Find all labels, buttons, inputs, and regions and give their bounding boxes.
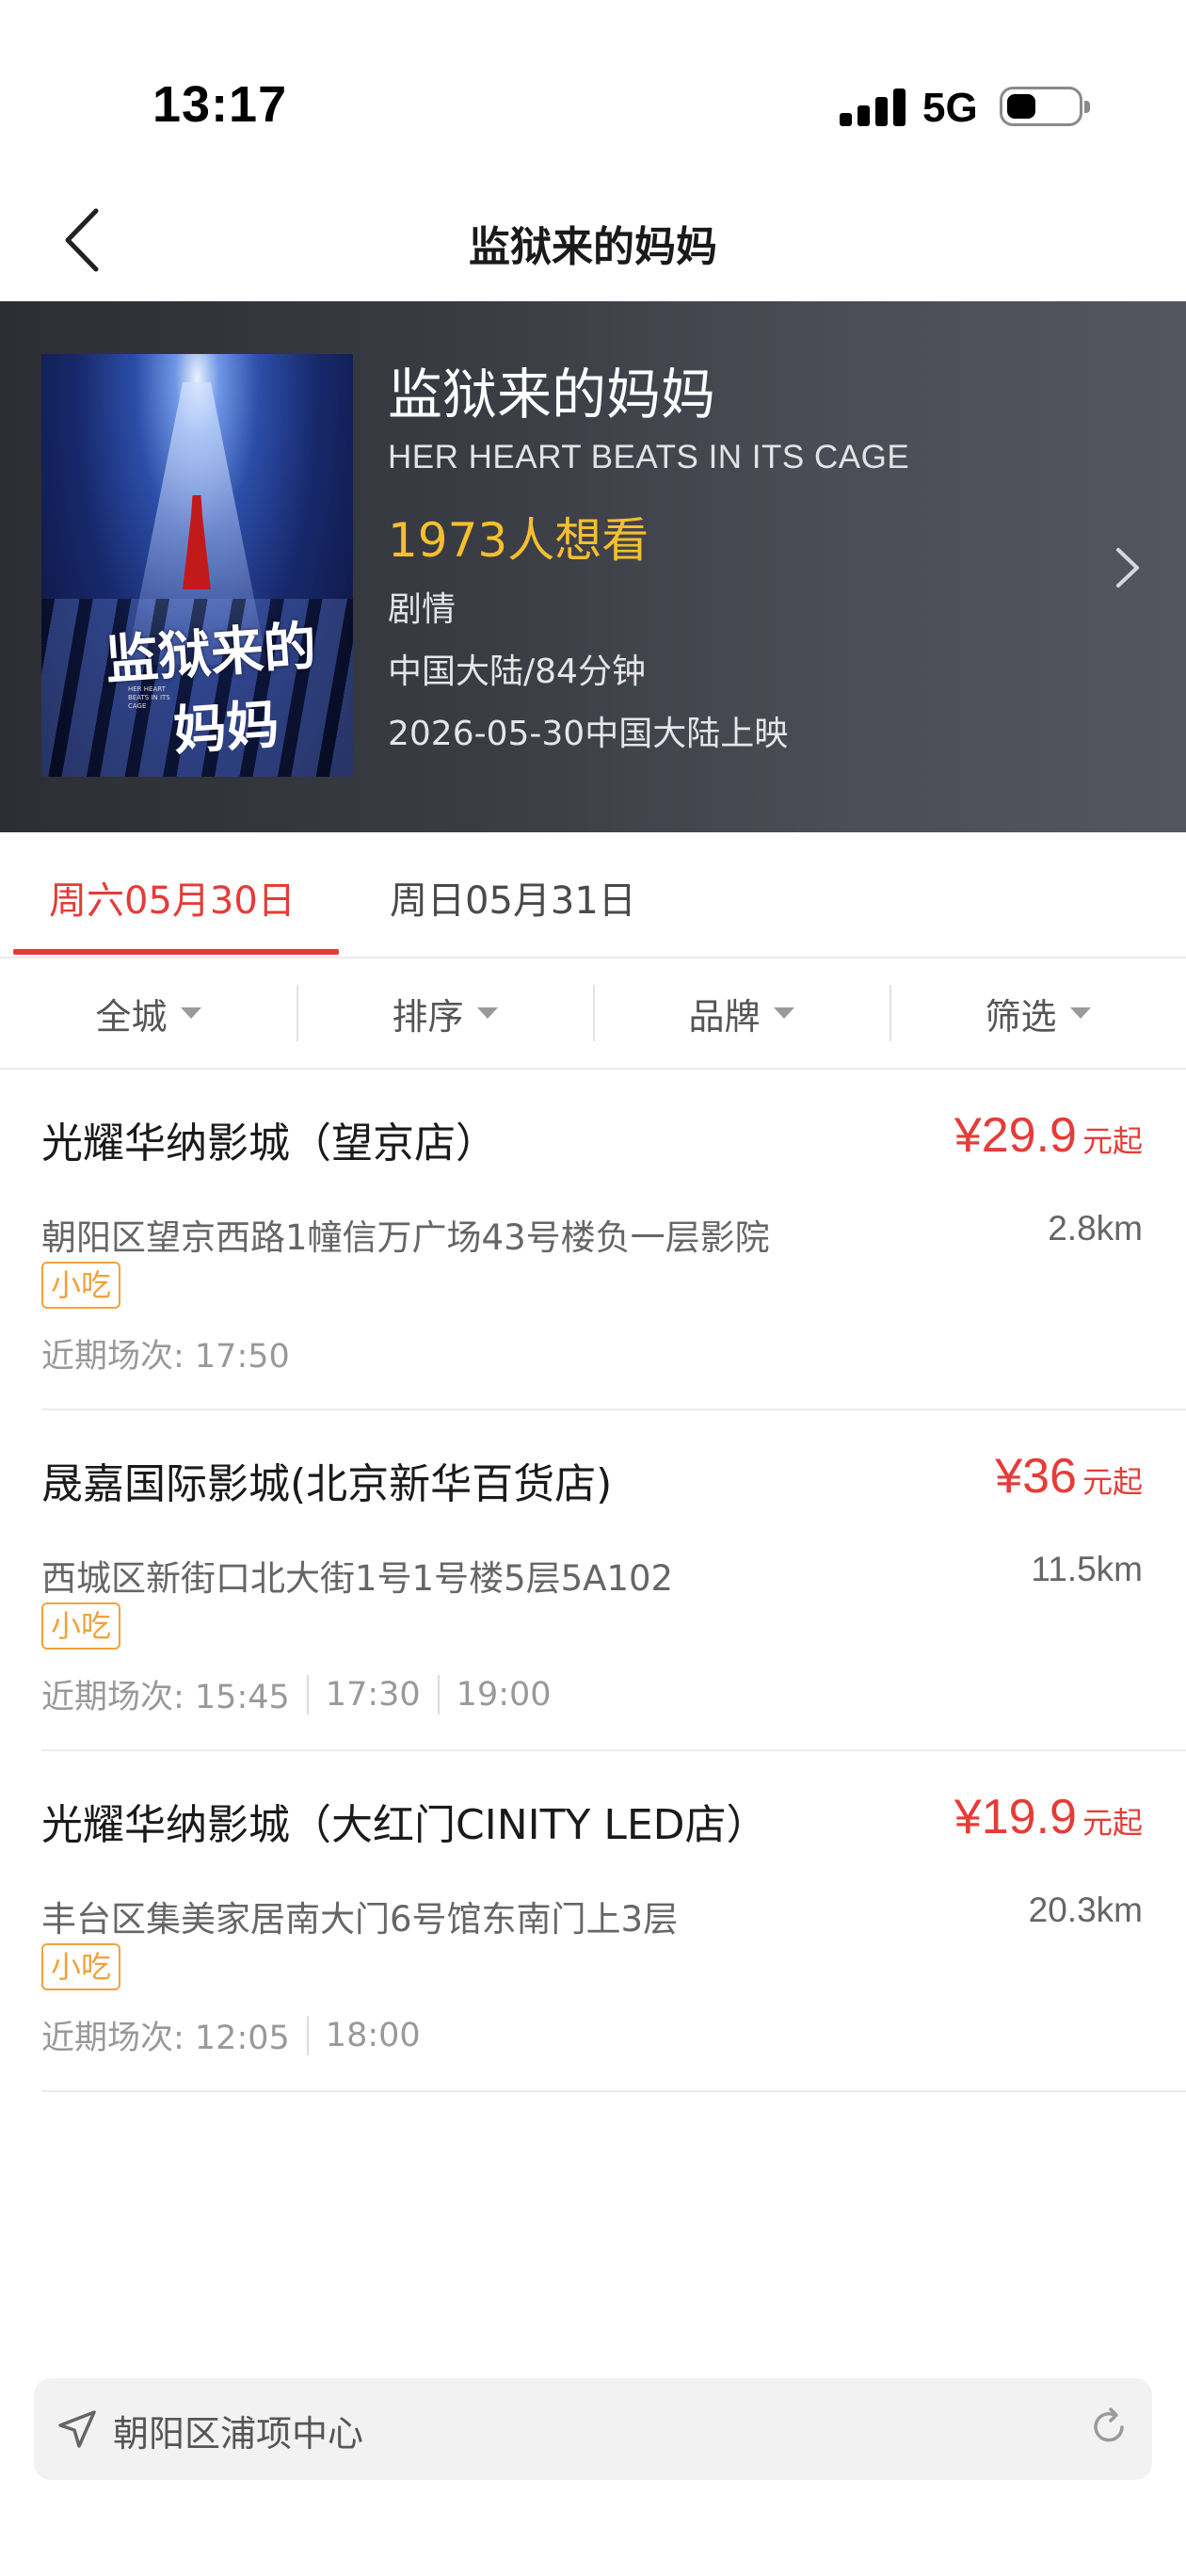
cinema-address: 朝阳区望京西路1幢信万广场43号楼负一层影院 (41, 1217, 770, 1258)
cinema-item[interactable]: 光耀华纳影城（望京店） ¥29.9 元起 朝阳区望京西路1幢信万广场43号楼负一层… (0, 1070, 1186, 1410)
showtimes: 近期场次: 17:50 (41, 1329, 290, 1377)
filter-sort-label: 排序 (392, 995, 464, 1038)
date-tabs: 周六05月30日 周日05月31日 (0, 832, 1186, 958)
caret-down-icon (773, 1007, 794, 1019)
price-unit: 元起 (1082, 1805, 1143, 1841)
tab-date-0530[interactable]: 周六05月30日 (49, 870, 296, 925)
filter-city[interactable]: 全城 (0, 985, 296, 1041)
cinema-address: 丰台区集美家居南大门6号馆东南门上3层 (41, 1899, 679, 1940)
cinema-name: 晟嘉国际影城(北京新华百货店) (41, 1460, 613, 1508)
movie-title: 监狱来的妈妈 (388, 362, 716, 427)
showtime-separator (437, 1674, 440, 1715)
cinema-price: ¥29.9 元起 (954, 1107, 1143, 1164)
showtime: 19:00 (456, 1675, 552, 1714)
status-time: 13:17 (152, 76, 288, 133)
cinema-item[interactable]: 光耀华纳影城（大红门CINITY LED店） ¥19.9 元起 丰台区集美家居南大… (0, 1751, 1186, 2092)
location-bar[interactable]: 朝阳区浦项中心 (34, 2378, 1152, 2480)
poster-calligraphy-2: 妈妈 (171, 693, 281, 763)
battery-icon (1000, 87, 1090, 126)
chevron-right-icon[interactable] (1113, 544, 1143, 591)
want-to-see-count: 1973人想看 (388, 513, 649, 568)
cinema-distance: 2.8km (1048, 1209, 1143, 1248)
signal-icon (840, 87, 906, 126)
filter-city-label: 全城 (95, 995, 168, 1038)
filter-more[interactable]: 筛选 (890, 985, 1186, 1041)
price-value: ¥36 (995, 1449, 1077, 1504)
cinema-item[interactable]: 晟嘉国际影城(北京新华百货店) ¥36 元起 西城区新街口北大街1号1号楼5层5A… (0, 1410, 1186, 1751)
movie-header[interactable]: 监狱来的 HER HEART BEATS IN ITS CAGE 妈妈 监狱来的… (0, 301, 1186, 832)
showtime-separator (306, 1674, 309, 1715)
poster-small-text: HER HEART BEATS IN ITS CAGE (128, 685, 170, 711)
caret-down-icon (1069, 1007, 1091, 1019)
network-label: 5G (922, 85, 978, 131)
showtimes-label: 近期场次: 12:05 (41, 2020, 290, 2057)
active-tab-indicator (13, 949, 339, 955)
poster-calligraphy: 监狱来的 (103, 615, 319, 692)
divider (41, 2090, 1186, 2092)
movie-release-date: 2026-05-30中国大陆上映 (388, 715, 789, 753)
movie-genre: 剧情 (388, 590, 457, 629)
cinema-price: ¥19.9 元起 (954, 1789, 1143, 1845)
snack-tag: 小吃 (41, 1262, 121, 1309)
price-unit: 元起 (1082, 1464, 1143, 1500)
movie-english-title: HER HEART BEATS IN ITS CAGE (388, 439, 910, 475)
cinema-name: 光耀华纳影城（大红门CINITY LED店） (41, 1801, 768, 1849)
caret-down-icon (180, 1007, 201, 1019)
cinema-address: 西城区新街口北大街1号1号楼5层5A102 (41, 1558, 674, 1599)
showtimes: 近期场次: 15:45 17:30 19:00 (41, 1670, 552, 1718)
status-bar: 13:17 5G (0, 0, 1186, 179)
filter-brand-label: 品牌 (688, 995, 761, 1038)
cinema-distance: 20.3km (1028, 1891, 1143, 1929)
filter-bar: 全城 排序 品牌 筛选 (0, 958, 1186, 1070)
showtime-separator (306, 2015, 309, 2055)
showtimes-label: 近期场次: 17:50 (41, 1338, 290, 1376)
snack-tag: 小吃 (41, 1602, 121, 1650)
nav-bar: 监狱来的妈妈 (0, 179, 1186, 301)
showtimes: 近期场次: 12:05 18:00 (41, 2011, 421, 2059)
filter-sort[interactable]: 排序 (296, 985, 593, 1041)
navigation-arrow-icon (58, 2410, 96, 2448)
snack-tag: 小吃 (41, 1943, 121, 1990)
price-value: ¥19.9 (954, 1790, 1077, 1844)
movie-poster[interactable]: 监狱来的 HER HEART BEATS IN ITS CAGE 妈妈 (41, 354, 353, 777)
cinema-distance: 11.5km (1031, 1550, 1143, 1588)
cinema-name: 光耀华纳影城（望京店） (41, 1119, 497, 1167)
cinema-price: ¥36 元起 (995, 1448, 1143, 1505)
showtime: 17:30 (325, 1675, 421, 1714)
filter-more-label: 筛选 (985, 995, 1057, 1038)
current-location: 朝阳区浦项中心 (113, 2413, 364, 2455)
price-value: ¥29.9 (954, 1108, 1077, 1163)
showtimes-label: 近期场次: 15:45 (41, 1679, 290, 1716)
tab-date-0531[interactable]: 周日05月31日 (390, 870, 636, 925)
filter-brand[interactable]: 品牌 (593, 985, 890, 1041)
showtime: 18:00 (325, 2016, 421, 2054)
page-title: 监狱来的妈妈 (469, 223, 717, 271)
refresh-icon[interactable] (1086, 2405, 1131, 2450)
price-unit: 元起 (1082, 1123, 1143, 1159)
caret-down-icon (476, 1007, 498, 1019)
movie-region-duration: 中国大陆/84分钟 (388, 652, 646, 691)
